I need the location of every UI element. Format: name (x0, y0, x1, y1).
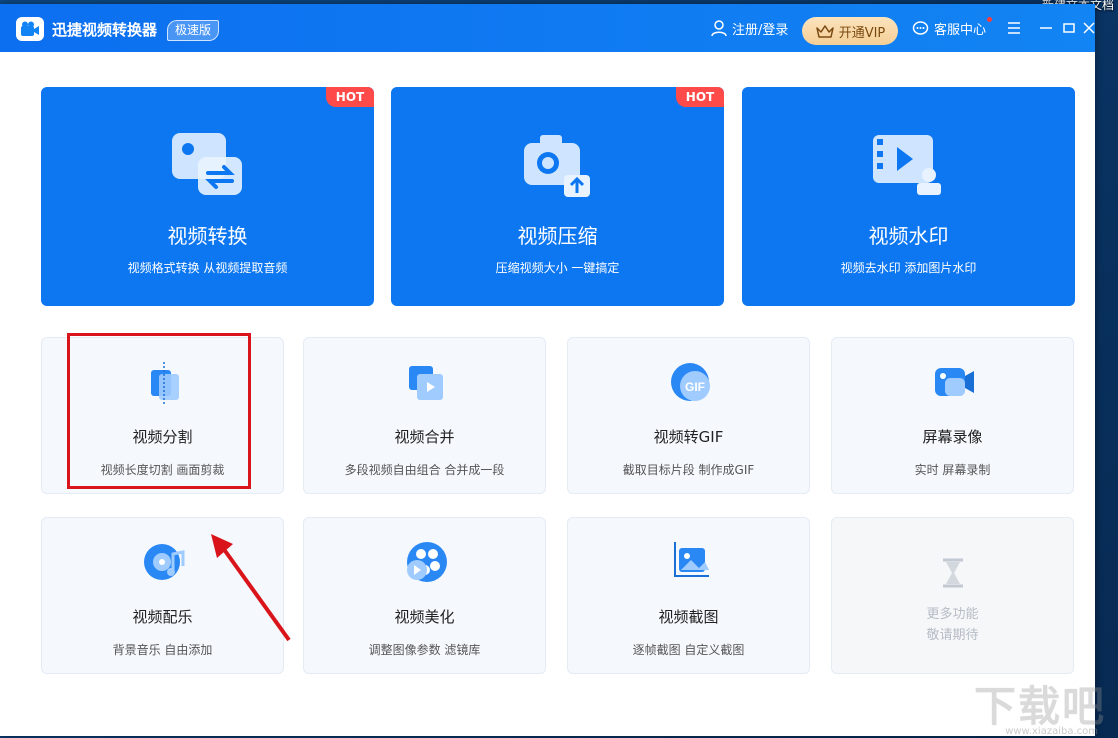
title-bar: 迅捷视频转换器 极速版 注册/登录 开通VIP 客服中心 (0, 4, 1095, 52)
more-features-card: 更多功能 敬请期待 (831, 517, 1074, 674)
hourglass-icon (943, 558, 963, 588)
vip-label: 开通VIP (838, 25, 886, 41)
card-desc: 调整图像参数 滤镜库 (368, 643, 481, 657)
card-title: 视频分割 (132, 428, 193, 446)
app-logo-icon (16, 17, 44, 41)
site-watermark-url: www.xiazaiba.com (1005, 726, 1098, 737)
menu-icon[interactable] (1006, 20, 1022, 36)
close-icon[interactable] (1083, 20, 1095, 36)
card-title: 视频美化 (394, 608, 455, 626)
card-desc: 背景音乐 自由添加 (112, 643, 213, 657)
video-screenshot-icon (674, 542, 709, 577)
app-title: 迅捷视频转换器 (52, 21, 158, 39)
login-button[interactable]: 注册/登录 (710, 4, 788, 52)
app-window: 迅捷视频转换器 极速版 注册/登录 开通VIP 客服中心 HOT 视频转换 视频… (0, 4, 1095, 736)
video-screenshot-card[interactable]: 视频截图 逐帧截图 自定义截图 (567, 517, 810, 674)
video-split-card[interactable]: 视频分割 视频长度切割 画面剪裁 (41, 337, 284, 494)
notification-dot (987, 17, 993, 22)
video-gif-icon: GIF (671, 363, 710, 401)
video-convert-icon (172, 133, 242, 195)
video-merge-icon (409, 366, 443, 400)
hot-badge: HOT (676, 87, 724, 107)
video-music-card[interactable]: 视频配乐 背景音乐 自由添加 (41, 517, 284, 674)
card-desc: 敬请期待 (926, 628, 979, 643)
video-watermark-card[interactable]: 视频水印 视频去水印 添加图片水印 (742, 87, 1075, 306)
card-desc: 视频长度切割 画面剪裁 (100, 463, 225, 477)
main-content: HOT 视频转换 视频格式转换 从视频提取音频 HOT 视频压缩 压缩视频大小 … (8, 52, 1087, 728)
card-title: 视频配乐 (132, 608, 193, 626)
video-split-icon (151, 362, 179, 404)
video-compress-card[interactable]: HOT 视频压缩 压缩视频大小 一键搞定 (391, 87, 724, 306)
card-desc: 多段视频自由组合 合并成一段 (344, 463, 505, 477)
video-merge-card[interactable]: 视频合并 多段视频自由组合 合并成一段 (303, 337, 546, 494)
video-beautify-icon (407, 542, 447, 582)
card-desc: 视频格式转换 从视频提取音频 (127, 261, 288, 275)
card-desc: 视频去水印 添加图片水印 (840, 261, 977, 275)
card-desc: 实时 屏幕录制 (914, 463, 991, 477)
video-compress-icon (524, 135, 590, 197)
vip-button[interactable]: 开通VIP (802, 17, 898, 45)
crown-icon (815, 25, 834, 38)
edition-badge: 极速版 (167, 20, 220, 41)
video-convert-card[interactable]: HOT 视频转换 视频格式转换 从视频提取音频 (41, 87, 374, 306)
card-title: 视频合并 (394, 428, 455, 446)
video-watermark-icon (873, 135, 941, 195)
screen-record-icon (935, 368, 974, 396)
video-music-icon (144, 544, 185, 580)
card-title: 视频水印 (868, 224, 949, 248)
card-desc: 截取目标片段 制作成GIF (622, 463, 755, 477)
card-desc: 逐帧截图 自定义截图 (632, 643, 745, 657)
user-icon (711, 20, 727, 37)
customer-service-button[interactable]: 客服中心 (912, 4, 993, 52)
video-gif-card[interactable]: GIF 视频转GIF 截取目标片段 制作成GIF (567, 337, 810, 494)
card-title: 更多功能 (926, 607, 979, 622)
service-label: 客服中心 (934, 22, 987, 38)
login-label: 注册/登录 (732, 22, 789, 38)
hot-badge: HOT (326, 87, 374, 107)
card-title: 视频转换 (167, 224, 248, 248)
card-title: 屏幕录像 (922, 428, 983, 446)
card-title: 视频截图 (658, 608, 719, 626)
minimize-icon[interactable] (1038, 20, 1054, 36)
svg-text:GIF: GIF (685, 380, 705, 394)
video-beautify-card[interactable]: 视频美化 调整图像参数 滤镜库 (303, 517, 546, 674)
card-title: 视频转GIF (653, 428, 724, 446)
screen-record-card[interactable]: 屏幕录像 实时 屏幕录制 (831, 337, 1074, 494)
card-title: 视频压缩 (517, 224, 598, 248)
card-desc: 压缩视频大小 一键搞定 (495, 261, 620, 275)
maximize-icon[interactable] (1061, 20, 1077, 36)
chat-icon (912, 20, 929, 35)
